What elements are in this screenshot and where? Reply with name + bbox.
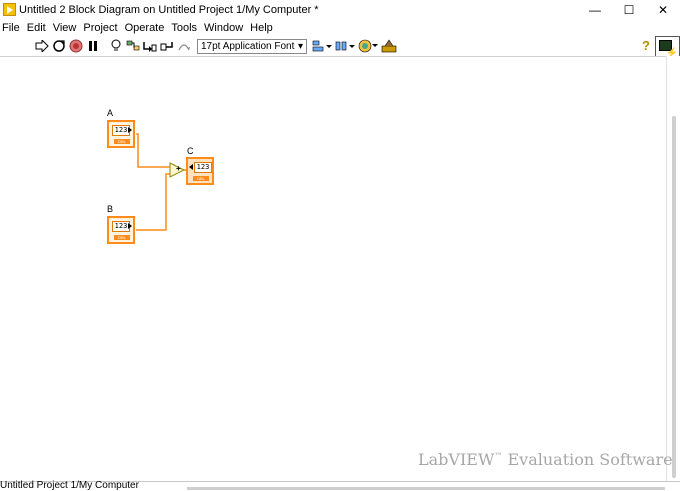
toolbar: 17pt Application Font ▾ ? ⚡: [0, 36, 680, 66]
terminal-c-value: 123: [194, 162, 212, 173]
input-arrow-icon: [189, 164, 193, 170]
close-button[interactable]: ✕: [646, 0, 680, 19]
block-diagram-canvas[interactable]: + A 123 DBL B 123 DBL C 123 DBL: [0, 56, 666, 481]
menu-bar: File Edit View Project Operate Tools Win…: [0, 19, 680, 36]
align-objects-icon[interactable]: [311, 38, 333, 54]
chevron-down-icon: ▾: [297, 40, 303, 52]
retain-wire-values-icon[interactable]: [125, 38, 141, 54]
add-symbol: +: [176, 164, 181, 173]
terminal-c[interactable]: 123 DBL: [186, 157, 214, 185]
menu-window[interactable]: Window: [202, 22, 248, 34]
output-arrow-icon: [128, 127, 132, 133]
menu-file[interactable]: File: [0, 22, 25, 34]
clean-up-diagram-icon[interactable]: [380, 38, 398, 54]
labview-app-icon: [3, 3, 16, 16]
font-select[interactable]: 17pt Application Font ▾: [197, 38, 307, 54]
step-out-icon[interactable]: [159, 38, 175, 54]
menu-help[interactable]: Help: [248, 22, 278, 34]
watermark-product: LabVIEW: [418, 450, 495, 469]
step-into-icon[interactable]: [142, 38, 158, 54]
evaluation-watermark: LabVIEW™ Evaluation Software: [418, 450, 673, 469]
title-bar: Untitled 2 Block Diagram on Untitled Pro…: [0, 0, 680, 19]
run-continuously-icon[interactable]: [51, 38, 67, 54]
distribute-objects-icon[interactable]: [334, 38, 356, 54]
run-arrow-icon[interactable]: [34, 38, 50, 54]
maximize-button[interactable]: ☐: [612, 0, 646, 19]
highlight-execution-icon[interactable]: [108, 38, 124, 54]
reorder-icon[interactable]: [357, 38, 379, 54]
menu-edit[interactable]: Edit: [25, 22, 51, 34]
wire-b[interactable]: [136, 173, 170, 231]
vertical-scrollbar[interactable]: [666, 56, 680, 481]
wire-a[interactable]: [136, 133, 170, 168]
font-select-value: 17pt Application Font: [201, 40, 295, 52]
label-c[interactable]: C: [187, 146, 194, 156]
label-b[interactable]: B: [107, 204, 113, 214]
step-over-icon[interactable]: [176, 38, 192, 54]
terminal-a-type: DBL: [114, 139, 130, 144]
project-context-label: Untitled Project 1/My Computer: [0, 480, 139, 491]
terminal-a[interactable]: 123 DBL: [107, 120, 135, 148]
abort-icon[interactable]: [68, 38, 84, 54]
window-title: Untitled 2 Block Diagram on Untitled Pro…: [19, 3, 319, 16]
menu-operate[interactable]: Operate: [123, 22, 170, 34]
terminal-b-type: DBL: [114, 235, 130, 240]
status-bar: Untitled Project 1/My Computer: [0, 480, 680, 491]
output-arrow-icon: [128, 223, 132, 229]
window-controls: — ☐ ✕: [578, 0, 680, 19]
label-a[interactable]: A: [107, 108, 113, 118]
menu-view[interactable]: View: [51, 22, 82, 34]
terminal-c-type: DBL: [193, 176, 209, 181]
horizontal-scrollbar[interactable]: [187, 487, 665, 490]
menu-project[interactable]: Project: [81, 22, 122, 34]
wires-layer: [136, 133, 189, 231]
watermark-edition: Evaluation Software: [507, 450, 673, 469]
terminal-b[interactable]: 123 DBL: [107, 216, 135, 244]
pause-icon[interactable]: [85, 38, 101, 54]
menu-tools[interactable]: Tools: [169, 22, 202, 34]
vertical-scroll-thumb[interactable]: [672, 116, 676, 478]
context-help-button[interactable]: ?: [642, 38, 650, 53]
minimize-button[interactable]: —: [578, 0, 612, 19]
